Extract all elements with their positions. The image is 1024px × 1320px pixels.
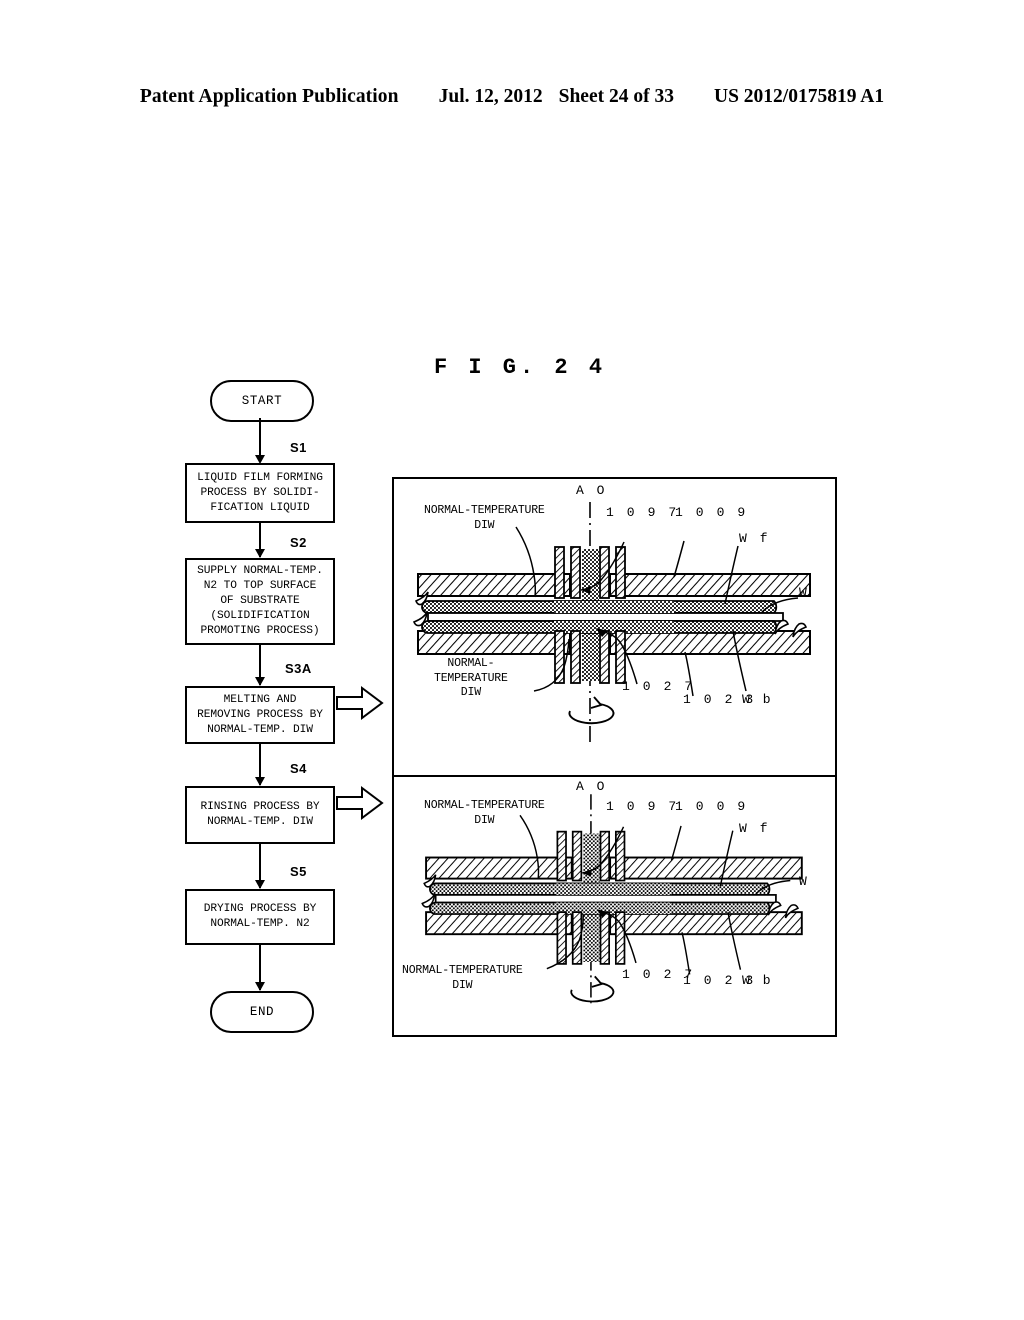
panel-1-axis-label: A O bbox=[576, 483, 607, 498]
step-s2-line-3: OF SUBSTRATE bbox=[220, 595, 300, 607]
diagram-panel-melting-removing: A O NORMAL-TEMPERATURE DIW NORMAL- TEMPE… bbox=[392, 477, 837, 794]
sheet-number: Sheet 24 of 33 bbox=[558, 86, 674, 107]
panel-2-bottom-left-line-1: NORMAL-TEMPERATURE bbox=[402, 964, 523, 977]
panel-1-bottom-left-line-3: DIW bbox=[460, 686, 481, 699]
page-header: Patent Application Publication Jul. 12, … bbox=[0, 86, 1024, 108]
step-id-s3a: S3A bbox=[285, 661, 312, 676]
substrate-core-p2 bbox=[434, 894, 777, 904]
substrate-core bbox=[427, 612, 784, 622]
panel-2-top-left-line-1: NORMAL-TEMPERATURE bbox=[424, 799, 545, 812]
step-s2-line-4: (SOLIDIFICATION bbox=[210, 610, 310, 622]
panel-1-top-left-line-1: NORMAL-TEMPERATURE bbox=[424, 504, 545, 517]
step-box-s3a: MELTING AND REMOVING PROCESS BY NORMAL-T… bbox=[185, 686, 335, 744]
step-s1-line-3: FICATION LIQUID bbox=[210, 501, 310, 514]
step-s3a-line-2: REMOVING PROCESS BY bbox=[197, 708, 323, 721]
step-id-s2: S2 bbox=[290, 535, 307, 550]
panel-2-label-wb: W b bbox=[742, 973, 774, 988]
panel-2-top-left-line-2: DIW bbox=[474, 813, 495, 827]
step-s2-line-2: N2 TO TOP SURFACE bbox=[203, 580, 317, 592]
publication-date: Jul. 12, 2012 bbox=[438, 86, 543, 107]
step-s4-line-1: RINSING PROCESS BY bbox=[200, 801, 320, 813]
publication-title: Patent Application Publication bbox=[139, 86, 399, 107]
step-box-s5: DRYING PROCESS BY NORMAL-TEMP. N2 bbox=[185, 889, 335, 945]
panel-1-top-left-line-2: DIW bbox=[474, 518, 495, 532]
end-label: END bbox=[249, 1005, 275, 1019]
bottom-plate-1023 bbox=[417, 630, 811, 655]
panel-2-numeral-1009: 1 0 0 9 bbox=[675, 799, 748, 814]
panel-1-label-wb: W b bbox=[742, 692, 774, 707]
step-s2-line-5: PROMOTING PROCESS) bbox=[200, 625, 320, 637]
step-s2-line-1: SUPPLY NORMAL-TEMP. bbox=[197, 565, 323, 577]
connector-s3a-s4-arrow bbox=[254, 777, 265, 786]
top-plate-1009 bbox=[417, 573, 811, 597]
step-id-s4: S4 bbox=[290, 761, 307, 776]
step-s1-line-2: PROCESS BY SOLIDI- bbox=[200, 486, 320, 499]
connector-s4-s5-arrow bbox=[254, 880, 265, 889]
panel-1-bottom-left-label: NORMAL- TEMPERATURE DIW bbox=[434, 657, 508, 701]
bottom-plate-1023-p2 bbox=[425, 911, 803, 936]
block-arrow-s3a-to-panel bbox=[336, 686, 384, 725]
block-arrow-s4-to-panel bbox=[336, 786, 384, 825]
patent-number: US 2012/0175819 A1 bbox=[713, 86, 885, 107]
panel-1-label-wf: W f bbox=[739, 531, 771, 546]
connector-s2-s3a-arrow bbox=[254, 677, 265, 686]
panel-2-axis-label: A O bbox=[576, 779, 607, 794]
diagram-panel-rinsing: A O NORMAL-TEMPERATURE DIW NORMAL-TEMPER… bbox=[392, 775, 837, 1037]
step-s5-line-2: NORMAL-TEMP. N2 bbox=[210, 918, 310, 930]
connector-s1-s2-arrow bbox=[254, 549, 265, 558]
rotation-arrow-p2 bbox=[570, 975, 615, 1003]
panel-1-numeral-1009: 1 0 0 9 bbox=[675, 505, 748, 520]
panel-2-label-w: W bbox=[799, 874, 810, 889]
panel-1-numeral-1097: 1 0 9 7 bbox=[606, 505, 679, 520]
start-label: START bbox=[241, 394, 283, 408]
step-s3a-line-1: MELTING AND bbox=[223, 693, 297, 706]
figure-title: F I G. 2 4 bbox=[434, 355, 607, 380]
panel-1-label-w: W bbox=[799, 585, 810, 600]
panel-2-label-wf: W f bbox=[739, 821, 771, 836]
panel-2-bottom-left-label: NORMAL-TEMPERATURE DIW bbox=[402, 964, 523, 993]
rotation-arrow bbox=[568, 696, 615, 725]
step-id-s1: S1 bbox=[290, 440, 307, 455]
substrate-w bbox=[421, 600, 784, 634]
step-box-s2: SUPPLY NORMAL-TEMP. N2 TO TOP SURFACE OF… bbox=[185, 558, 335, 645]
step-s5-line-1: DRYING PROCESS BY bbox=[203, 903, 317, 915]
panel-2-bottom-left-line-2: DIW bbox=[452, 978, 473, 992]
step-box-s4: RINSING PROCESS BY NORMAL-TEMP. DIW bbox=[185, 786, 335, 844]
step-id-s5: S5 bbox=[290, 864, 307, 879]
panel-2-numeral-1097: 1 0 9 7 bbox=[606, 799, 679, 814]
panel-1-top-left-label: NORMAL-TEMPERATURE DIW bbox=[424, 504, 545, 533]
panel-1-bottom-left-line-1: NORMAL- bbox=[447, 657, 495, 670]
step-s3a-line-3: NORMAL-TEMP. DIW bbox=[207, 723, 313, 736]
panel-1-bottom-left-line-2: TEMPERATURE bbox=[434, 671, 508, 685]
connector-s5-end-arrow bbox=[254, 982, 265, 991]
step-box-s1: LIQUID FILM FORMING PROCESS BY SOLIDI- F… bbox=[185, 463, 335, 523]
panel-2-top-left-label: NORMAL-TEMPERATURE DIW bbox=[424, 799, 545, 828]
step-s4-line-2: NORMAL-TEMP. DIW bbox=[207, 816, 313, 828]
flowchart-start-terminator: START bbox=[210, 380, 314, 422]
substrate-w-p2 bbox=[429, 882, 777, 915]
patent-figure-page: Patent Application Publication Jul. 12, … bbox=[0, 0, 1024, 1320]
step-s1-line-1: LIQUID FILM FORMING bbox=[197, 471, 323, 484]
flowchart-end-terminator: END bbox=[210, 991, 314, 1033]
top-plate-1009-p2 bbox=[425, 856, 803, 880]
